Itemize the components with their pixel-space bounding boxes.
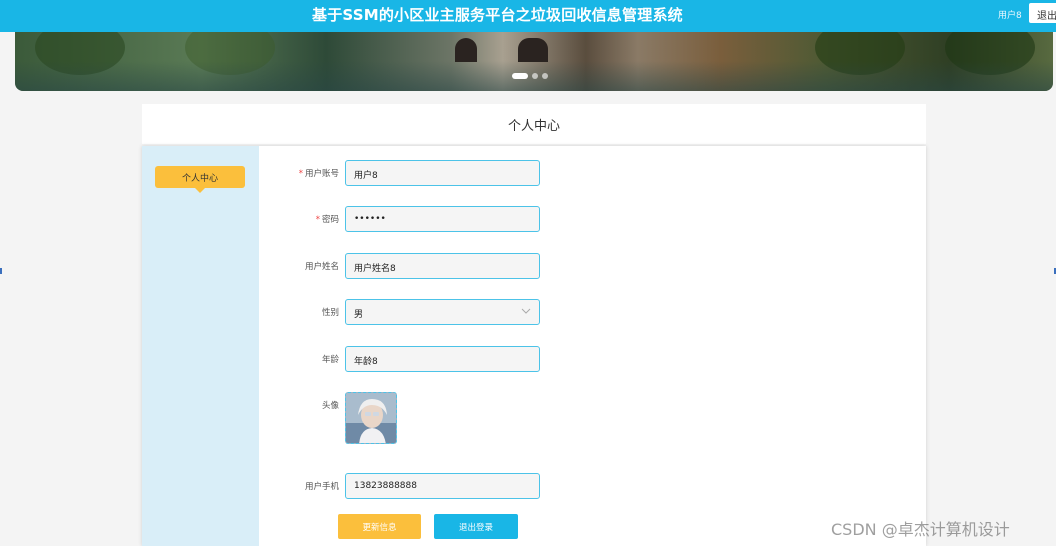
banner-arch xyxy=(518,38,548,62)
required-mark: * xyxy=(315,215,320,225)
gender-label: 性别 xyxy=(321,308,339,318)
form-row-phone: 用户手机 13823888888 xyxy=(259,473,926,499)
name-input[interactable]: 用户姓名8 xyxy=(345,253,540,279)
logout-button[interactable]: 退出登录 xyxy=(434,514,518,539)
form-row-avatar: 头像 xyxy=(259,392,926,444)
banner-arch xyxy=(455,38,477,62)
age-label: 年龄 xyxy=(321,355,339,365)
form-row-account: * 用户账号 用户8 xyxy=(259,160,926,186)
banner-carousel[interactable] xyxy=(15,30,1053,91)
avatar-upload[interactable] xyxy=(345,392,397,444)
avatar-label: 头像 xyxy=(321,401,339,411)
account-input[interactable]: 用户8 xyxy=(345,160,540,186)
carousel-indicators xyxy=(512,73,548,79)
left-edge-marker xyxy=(0,268,2,274)
account-label: * 用户账号 xyxy=(298,169,339,179)
gender-select-value: 男 xyxy=(354,310,364,320)
current-user-name: 用户8 xyxy=(998,11,1022,21)
form-row-age: 年龄 年龄8 xyxy=(259,346,926,372)
app-title: 基于SSM的小区业主服务平台之垃圾回收信息管理系统 xyxy=(312,6,683,24)
sidebar-item-label: 个人中心 xyxy=(181,173,218,184)
form-row-gender: 性别 男 xyxy=(259,299,926,325)
required-mark: * xyxy=(298,169,303,179)
password-label: * 密码 xyxy=(315,215,339,225)
carousel-dot[interactable] xyxy=(532,73,538,79)
phone-label: 用户手机 xyxy=(304,482,339,492)
section-title: 个人中心 xyxy=(507,119,560,134)
password-input[interactable]: •••••• xyxy=(345,206,540,232)
section-header: 个人中心 xyxy=(142,104,926,144)
top-logout-button[interactable]: 退出 xyxy=(1029,3,1056,23)
phone-input[interactable]: 13823888888 xyxy=(345,473,540,499)
sidebar-item-profile[interactable]: 个人中心 xyxy=(155,166,245,193)
name-label: 用户姓名 xyxy=(304,262,339,272)
update-info-button[interactable]: 更新信息 xyxy=(338,514,421,539)
carousel-dot[interactable] xyxy=(512,73,528,79)
gender-select[interactable]: 男 xyxy=(345,299,540,325)
form-row-name: 用户姓名 用户姓名8 xyxy=(259,253,926,279)
top-navbar: 基于SSM的小区业主服务平台之垃圾回收信息管理系统 用户8 退出 xyxy=(0,0,1056,32)
form-row-password: * 密码 •••••• xyxy=(259,206,926,232)
profile-panel: 个人中心 * 用户账号 用户8 * 密码 •••••• 用户姓名 用户姓名8 性别 … xyxy=(142,146,926,546)
sidebar: 个人中心 xyxy=(142,146,259,546)
age-input[interactable]: 年龄8 xyxy=(345,346,540,372)
carousel-dot[interactable] xyxy=(542,73,548,79)
chevron-down-icon xyxy=(521,308,531,314)
watermark-text: CSDN @卓杰计算机设计 xyxy=(831,520,1010,539)
avatar-image xyxy=(346,393,396,443)
